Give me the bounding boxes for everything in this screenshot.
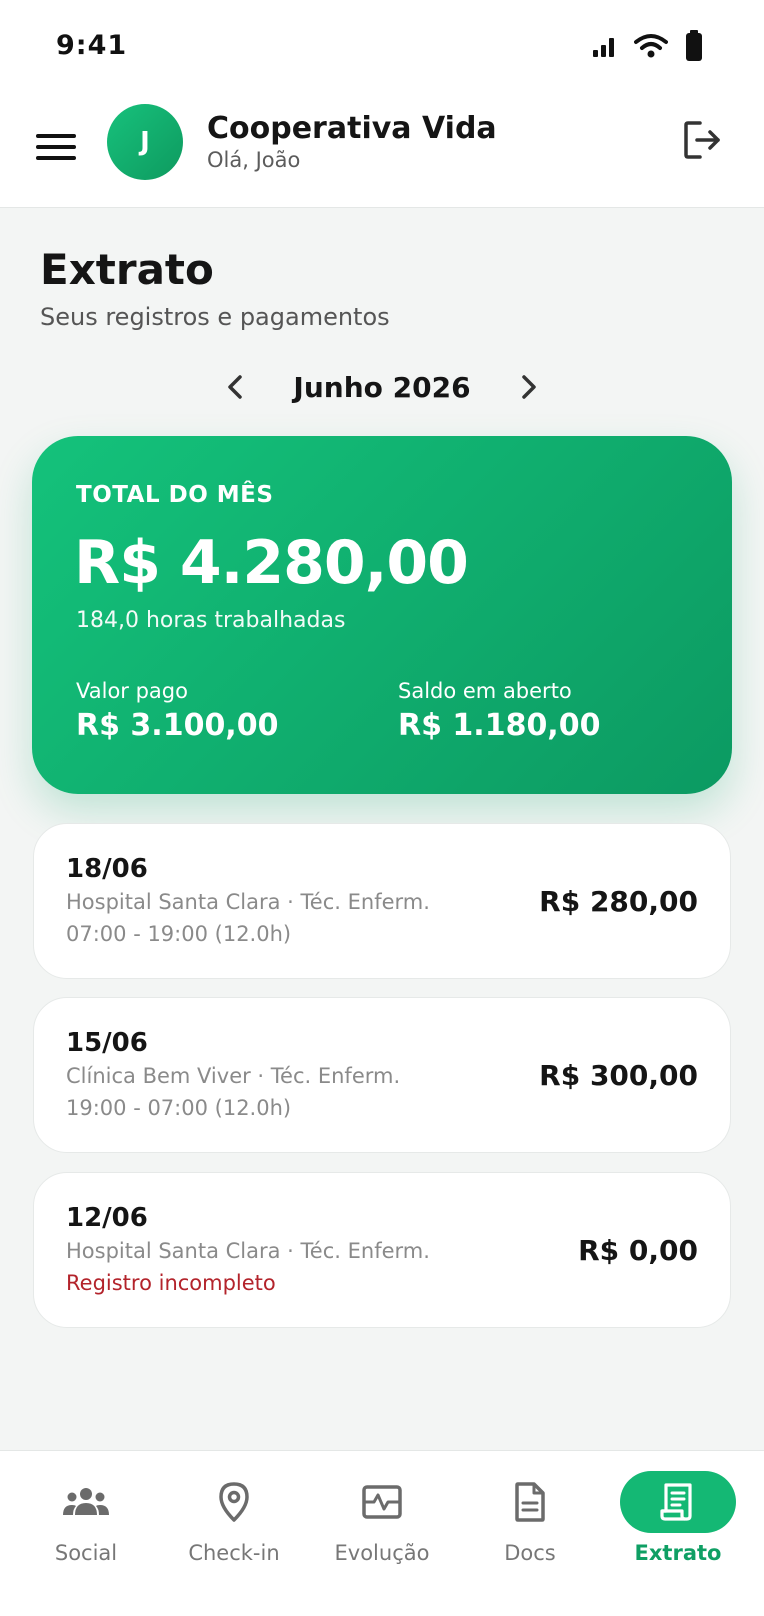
record-date: 15/06 [66,1028,148,1058]
nav-docs[interactable]: Docs [460,1471,600,1571]
nav-social[interactable]: Social [16,1471,156,1571]
nav-extrato[interactable]: Extrato [608,1471,748,1571]
monthly-total-card: TOTAL DO MÊS R$ 4.280,00 184,0 horas tra… [32,436,732,794]
open-balance-value: R$ 1.180,00 [398,708,601,743]
org-name: Cooperativa Vida [207,111,497,146]
avatar[interactable]: J [107,104,183,180]
record-amount: R$ 280,00 [539,884,698,918]
record-time: 07:00 - 19:00 (12.0h) [66,922,292,946]
month-navigator: Junho 2026 [0,362,764,412]
chevron-left-icon [228,375,243,399]
logout-button[interactable] [680,117,726,163]
bottom-navigation: Social Check-in Evolução Docs Extrato [0,1450,764,1616]
month-label: Junho 2026 [293,370,471,404]
record-card[interactable]: 12/06 Hospital Santa Clara · Téc. Enferm… [33,1172,731,1328]
location-pin-icon [219,1482,249,1522]
chevron-right-icon [521,375,536,399]
status-time: 9:41 [56,30,128,61]
page-subtitle: Seus registros e pagamentos [40,303,390,331]
record-card[interactable]: 18/06 Hospital Santa Clara · Téc. Enferm… [33,823,731,979]
nav-label: Docs [504,1541,556,1565]
previous-month-button[interactable] [215,367,255,407]
open-balance-label: Saldo em aberto [398,679,572,703]
hamburger-icon [36,134,76,160]
record-place: Clínica Bem Viver · Téc. Enferm. [66,1064,401,1088]
nav-label: Check-in [188,1541,280,1565]
nav-label: Extrato [634,1541,722,1565]
paid-label: Valor pago [76,679,188,703]
nav-check-in[interactable]: Check-in [164,1471,304,1571]
hours-worked: 184,0 horas trabalhadas [76,608,346,633]
record-date: 18/06 [66,854,148,884]
record-amount: R$ 0,00 [578,1233,698,1267]
activity-icon [362,1485,402,1519]
total-label: TOTAL DO MÊS [76,482,274,508]
nav-evolucao[interactable]: Evolução [312,1471,452,1571]
greeting: Olá, João [207,148,301,172]
nav-label: Social [54,1541,118,1565]
record-card[interactable]: 15/06 Clínica Bem Viver · Téc. Enferm. 1… [33,997,731,1153]
document-icon [515,1482,545,1522]
signal-icon [593,38,614,57]
record-place: Hospital Santa Clara · Téc. Enferm. [66,890,430,914]
app-header: J Cooperativa Vida Olá, João [0,95,764,208]
logout-icon [684,121,720,159]
record-date: 12/06 [66,1203,148,1233]
record-time: 19:00 - 07:00 (12.0h) [66,1096,292,1120]
record-place: Hospital Santa Clara · Téc. Enferm. [66,1239,430,1263]
page-title: Extrato [40,245,214,294]
wifi-icon [634,34,668,58]
total-value: R$ 4.280,00 [74,528,469,598]
next-month-button[interactable] [509,367,549,407]
paid-value: R$ 3.100,00 [76,708,279,743]
record-warning: Registro incompleto [66,1271,276,1295]
record-amount: R$ 300,00 [539,1058,698,1092]
nav-label: Evolução [334,1541,430,1565]
status-bar: 9:41 [0,0,764,95]
receipt-icon [660,1483,692,1521]
menu-button[interactable] [36,125,80,169]
people-icon [63,1488,109,1515]
status-icons [592,30,704,62]
battery-icon [686,30,702,61]
